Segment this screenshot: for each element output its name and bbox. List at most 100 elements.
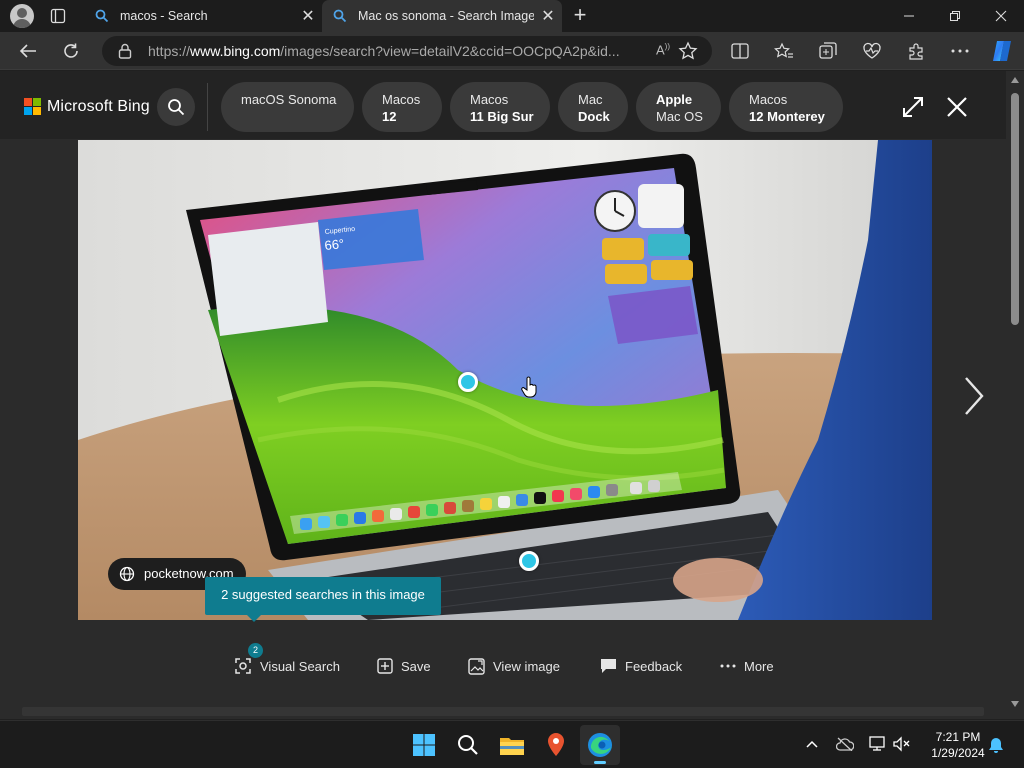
- header-divider: [207, 83, 208, 131]
- related-search-macos-big-sur[interactable]: Macos 11 Big Sur: [450, 82, 550, 132]
- globe-icon: [119, 566, 135, 582]
- view-image-button[interactable]: View image: [468, 656, 560, 676]
- lock-icon[interactable]: [118, 43, 132, 59]
- related-search-mac-dock[interactable]: Mac Dock: [558, 82, 628, 132]
- minimize-icon[interactable]: [886, 0, 932, 32]
- expand-fullscreen-icon[interactable]: [901, 95, 925, 119]
- scroll-up-arrow-icon[interactable]: [1011, 77, 1019, 83]
- bing-image-viewer: Microsoft Bing macOS Sonoma Macos 12 Mac…: [0, 71, 1006, 719]
- chip-label: Macos: [470, 92, 509, 107]
- extensions-puzzle-icon[interactable]: [906, 41, 926, 61]
- weather-temp: 66°: [324, 236, 345, 253]
- chip-sublabel: 12: [382, 109, 397, 124]
- bing-search-favicon-icon: [333, 9, 347, 23]
- visual-search-icon: [235, 658, 251, 674]
- collections-icon[interactable]: [818, 41, 838, 61]
- feedback-button[interactable]: Feedback: [600, 656, 682, 676]
- chip-label: Macos: [382, 92, 421, 107]
- next-image-chevron-right-icon[interactable]: [962, 376, 986, 421]
- related-search-macos-monterey[interactable]: Macos 12 Monterey: [729, 82, 843, 132]
- suggested-searches-tooltip: 2 suggested searches in this image: [205, 577, 441, 622]
- chip-label: Mac: [578, 92, 603, 107]
- start-windows-icon[interactable]: [404, 725, 444, 765]
- related-search-apple-mac-os[interactable]: Apple Mac OS: [636, 82, 721, 132]
- close-viewer-icon[interactable]: [945, 95, 969, 119]
- tooltip-text: 2 suggested searches in this image: [221, 587, 425, 602]
- refresh-icon[interactable]: [58, 39, 84, 63]
- visual-search-hotspot[interactable]: [458, 372, 478, 392]
- visual-search-hotspot[interactable]: [519, 551, 539, 571]
- chip-sublabel: Mac OS: [656, 109, 703, 124]
- feedback-icon: [601, 659, 616, 673]
- maps-pin-icon[interactable]: [536, 725, 576, 765]
- clock-date: 1/29/2024: [931, 746, 985, 760]
- new-tab-plus-icon[interactable]: +: [568, 4, 592, 28]
- action-label: More: [744, 658, 774, 674]
- tab-mac-os-sonoma-images[interactable]: Mac os sonoma - Search Images ✕: [322, 0, 562, 32]
- chip-sublabel: 11 Big Sur: [470, 109, 534, 124]
- microsoft-edge-icon[interactable]: [580, 725, 620, 765]
- laptop-illustration: Cupertino 66°: [78, 140, 932, 620]
- window-close-icon[interactable]: [978, 0, 1024, 32]
- read-aloud-icon[interactable]: A)): [656, 42, 670, 57]
- scrollbar-thumb[interactable]: [1011, 93, 1019, 325]
- action-label: Save: [401, 658, 431, 674]
- bing-header: Microsoft Bing macOS Sonoma Macos 12 Mac…: [0, 71, 1006, 139]
- favorite-star-icon[interactable]: [678, 41, 698, 61]
- more-options-icon[interactable]: [950, 41, 970, 61]
- bing-search-favicon-icon: [95, 9, 109, 23]
- main-image-laptop-macos-sonoma[interactable]: Cupertino 66°: [78, 140, 932, 620]
- action-label: Feedback: [625, 658, 683, 674]
- browser-toolbar: https://www.bing.com/images/search?view=…: [0, 32, 1024, 70]
- tab-title: macos - Search: [120, 9, 208, 23]
- chip-label: Apple: [656, 92, 693, 107]
- bing-brand[interactable]: Microsoft Bing: [47, 98, 150, 116]
- copilot-icon[interactable]: [990, 39, 1014, 63]
- chip-label: macOS Sonoma: [241, 92, 337, 107]
- microsoft-logo-icon[interactable]: [24, 98, 42, 116]
- tab-macos-search[interactable]: macos - Search ✕: [84, 0, 322, 32]
- clock-time: 7:21 PM: [935, 730, 981, 744]
- related-search-macos-12[interactable]: Macos 12: [362, 82, 442, 132]
- action-label: Visual Search: [260, 658, 340, 674]
- title-bar: macos - Search ✕ Mac os sonoma - Search …: [0, 0, 1024, 32]
- save-plus-icon: [377, 658, 393, 674]
- view-image-icon: [468, 657, 485, 675]
- show-hidden-icons-chevron-up-icon[interactable]: [806, 739, 818, 749]
- url-text[interactable]: https://www.bing.com/images/search?view=…: [148, 43, 628, 59]
- more-button[interactable]: More: [720, 656, 774, 676]
- scroll-down-arrow-icon[interactable]: [1011, 701, 1019, 707]
- page-vertical-scrollbar[interactable]: [1006, 71, 1024, 719]
- favorites-icon[interactable]: [774, 41, 794, 61]
- notification-bell-icon[interactable]: [988, 737, 1004, 754]
- back-arrow-icon[interactable]: [15, 39, 41, 63]
- browser-essentials-heart-icon[interactable]: [862, 41, 882, 61]
- chip-label: Macos: [749, 92, 788, 107]
- thumbnail-strip-scrollbar[interactable]: [22, 707, 984, 716]
- chip-sublabel: Dock: [578, 109, 610, 124]
- volume-muted-icon[interactable]: [893, 736, 911, 752]
- profile-avatar-icon[interactable]: [10, 4, 34, 28]
- taskbar-search-icon[interactable]: [448, 725, 488, 765]
- action-label: View image: [493, 658, 560, 674]
- more-dots-icon: [720, 664, 736, 668]
- visual-search-button[interactable]: Visual Search: [234, 656, 340, 676]
- mouse-cursor-hand-icon: [521, 376, 537, 398]
- search-button[interactable]: [157, 88, 195, 126]
- address-bar[interactable]: https://www.bing.com/images/search?view=…: [102, 36, 712, 66]
- tab-close-icon[interactable]: ✕: [294, 6, 322, 26]
- system-clock[interactable]: 7:21 PM 1/29/2024: [918, 729, 998, 761]
- chip-sublabel: 12 Monterey: [749, 109, 825, 124]
- split-screen-icon[interactable]: [730, 41, 750, 61]
- search-icon: [168, 99, 185, 116]
- related-search-macos-sonoma[interactable]: macOS Sonoma: [221, 82, 354, 132]
- file-explorer-folder-icon[interactable]: [492, 725, 532, 765]
- restore-icon[interactable]: [932, 0, 978, 32]
- network-monitor-icon[interactable]: [869, 736, 887, 752]
- save-button[interactable]: Save: [377, 656, 431, 676]
- windows-taskbar: 7:21 PM 1/29/2024: [0, 720, 1024, 768]
- tab-title: Mac os sonoma - Search Images: [358, 9, 534, 23]
- tab-close-icon[interactable]: ✕: [534, 6, 562, 26]
- onedrive-cloud-icon[interactable]: [836, 737, 854, 751]
- tab-actions-icon[interactable]: [50, 8, 66, 24]
